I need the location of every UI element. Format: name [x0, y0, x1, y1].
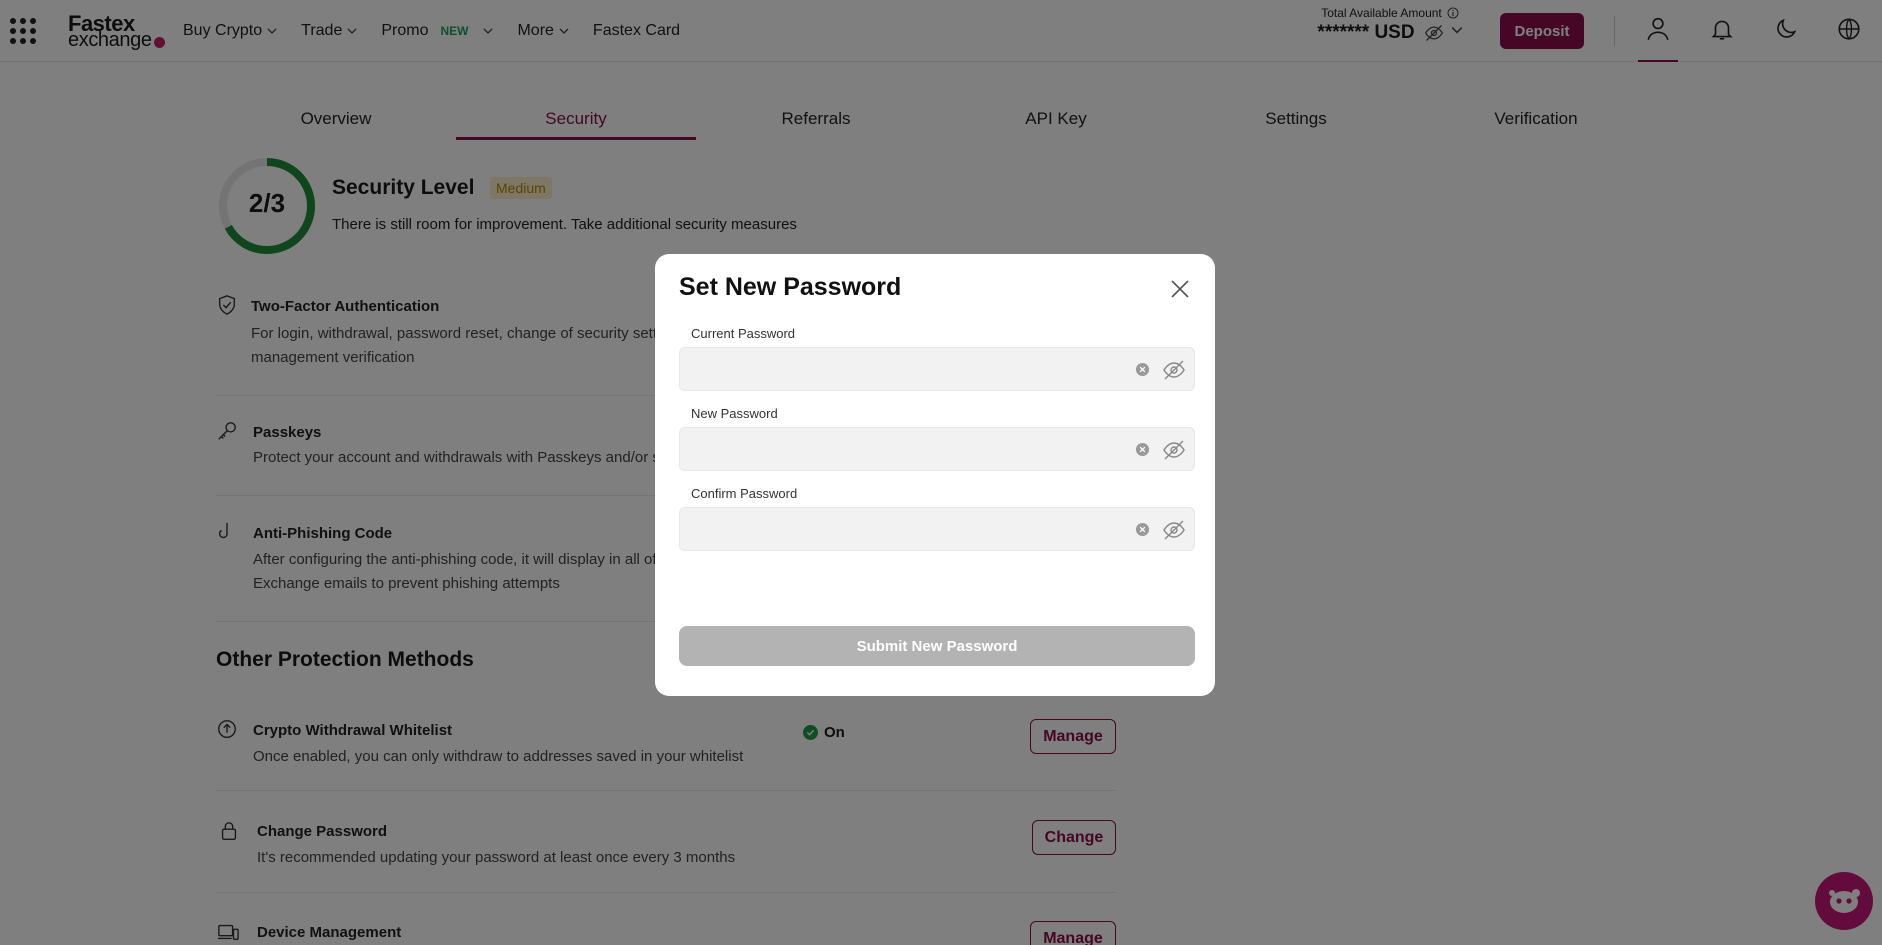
current-password-input[interactable] — [680, 348, 1120, 390]
close-icon[interactable] — [1169, 278, 1191, 300]
clear-icon[interactable] — [1135, 522, 1150, 537]
current-password-label: Current Password — [691, 326, 796, 341]
new-password-field — [679, 427, 1195, 471]
clear-icon[interactable] — [1135, 442, 1150, 457]
set-password-dialog: Set New Password Current Password New Pa… — [655, 254, 1215, 696]
eye-off-icon[interactable] — [1162, 358, 1186, 382]
current-password-field — [679, 347, 1195, 391]
eye-off-icon[interactable] — [1162, 518, 1186, 542]
confirm-password-input[interactable] — [680, 508, 1120, 550]
confirm-password-field — [679, 507, 1195, 551]
new-password-label: New Password — [691, 406, 778, 421]
new-password-input[interactable] — [680, 428, 1120, 470]
submit-new-password-button[interactable]: Submit New Password — [679, 626, 1195, 666]
clear-icon[interactable] — [1135, 362, 1150, 377]
eye-off-icon[interactable] — [1162, 438, 1186, 462]
dialog-title: Set New Password — [679, 273, 902, 301]
confirm-password-label: Confirm Password — [691, 486, 798, 501]
